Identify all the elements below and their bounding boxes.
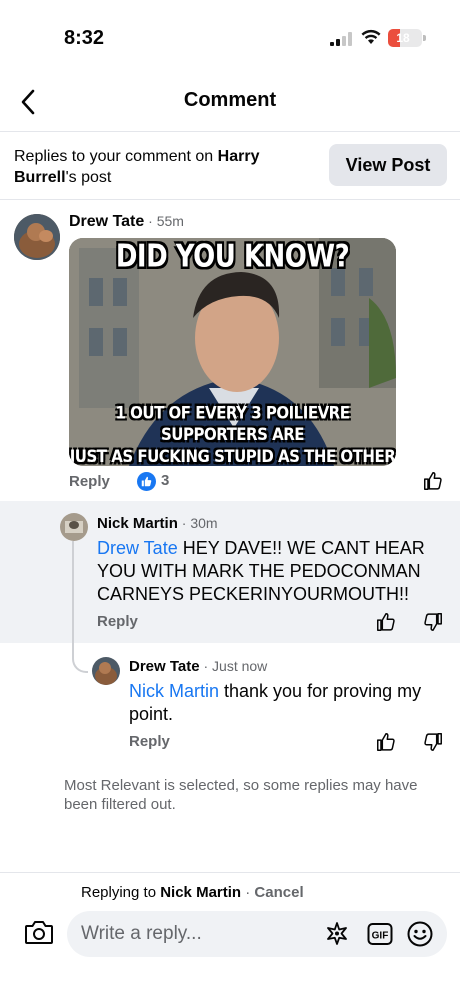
avatar-image [60, 513, 88, 541]
avatar-sticker-icon[interactable] [323, 920, 351, 948]
context-text: Replies to your comment on Harry Burrell… [14, 146, 314, 188]
battery-level: 18 [396, 31, 410, 45]
reply-composer: Replying to Nick Martin · Cancel GIF [0, 872, 460, 1000]
svg-text:GIF: GIF [372, 931, 389, 942]
context-banner: Replies to your comment on Harry Burrell… [0, 132, 460, 200]
gif-icon[interactable]: GIF [366, 920, 394, 948]
reply1-mention[interactable]: Drew Tate [97, 538, 178, 558]
like-reaction-icon [137, 472, 156, 491]
meme-top-text: DID YOU KNOW? [115, 239, 350, 275]
context-prefix: Replies to your comment on [14, 148, 218, 165]
reply2-mention[interactable]: Nick Martin [129, 681, 219, 701]
like-icon[interactable] [375, 611, 397, 633]
dislike-icon[interactable] [422, 731, 444, 753]
wifi-icon [361, 29, 381, 44]
reply1-reply-button[interactable]: Reply [97, 613, 138, 630]
view-post-button[interactable]: View Post [329, 144, 447, 186]
avatar-image [14, 214, 60, 260]
reply-input-container: GIF [67, 911, 447, 957]
avatar-drew-tate[interactable] [14, 214, 60, 260]
top-bar: Comment [0, 72, 460, 132]
meme-bottom-line-1: 1 OUT OF EVERY 3 POILIEVRE SUPPORTERS AR… [115, 402, 350, 445]
meme-bottom-text: 1 OUT OF EVERY 3 POILIEVRE SUPPORTERS AR… [69, 402, 396, 466]
reply-input[interactable] [81, 911, 311, 957]
separator-dot: · [241, 884, 255, 901]
separator-dot: · [177, 515, 191, 531]
replying-prefix: Replying to [81, 884, 161, 901]
avatar-image [92, 657, 120, 685]
page-title: Comment [183, 89, 277, 111]
avatar-drew-tate-small[interactable] [92, 657, 120, 685]
replying-to-bar: Replying to Nick Martin · Cancel [81, 884, 304, 901]
reply2-time: Just now [212, 658, 268, 674]
comment-reply-button[interactable]: Reply [69, 473, 110, 490]
thread-connector-line [72, 541, 88, 673]
comment-author[interactable]: Drew Tate [69, 213, 144, 230]
filter-notice: Most Relevant is selected, so some repli… [64, 777, 418, 813]
post-author-first: Harry [217, 148, 260, 165]
like-icon[interactable] [375, 731, 397, 753]
reply1-text: Drew Tate HEY DAVE!! WE CANT HEAR YOU WI… [97, 537, 447, 606]
reply2-reply-button[interactable]: Reply [129, 733, 170, 750]
reply2-header: Drew Tate · Just now [129, 658, 267, 676]
like-count: 3 [161, 472, 170, 489]
comment-header: Drew Tate · 55m [69, 213, 184, 231]
cellular-signal-icon [330, 32, 352, 46]
status-bar: 8:32 18 [0, 0, 460, 72]
reply2-text: Nick Martin thank you for proving my poi… [129, 680, 439, 726]
post-author-last: Burrell [14, 169, 66, 186]
comment-time: 55m [156, 213, 184, 229]
cancel-reply-button[interactable]: Cancel [254, 884, 303, 901]
context-suffix: 's post [65, 169, 112, 186]
meme-bottom-line-2: JUST AS FUCKING STUPID AS THE OTHER 2. [69, 446, 396, 466]
separator-dot: · [144, 213, 157, 229]
emoji-icon[interactable] [406, 920, 434, 948]
separator-dot: · [199, 658, 213, 674]
reply1-time: 30m [190, 515, 218, 531]
reply2-author[interactable]: Drew Tate [129, 658, 200, 675]
comment-meme-image[interactable]: DID YOU KNOW? 1 OUT OF EVERY 3 POILIEVRE… [69, 238, 396, 466]
reply1-header: Nick Martin · 30m [97, 515, 218, 533]
battery-icon: 18 [388, 29, 426, 47]
dislike-icon[interactable] [422, 611, 444, 633]
camera-icon[interactable] [24, 919, 54, 945]
replying-to-name: Nick Martin [160, 884, 242, 901]
like-icon[interactable] [422, 470, 444, 492]
status-time: 8:32 [64, 27, 105, 49]
reply1-author[interactable]: Nick Martin [97, 515, 178, 532]
avatar-nick-martin[interactable] [60, 513, 88, 541]
